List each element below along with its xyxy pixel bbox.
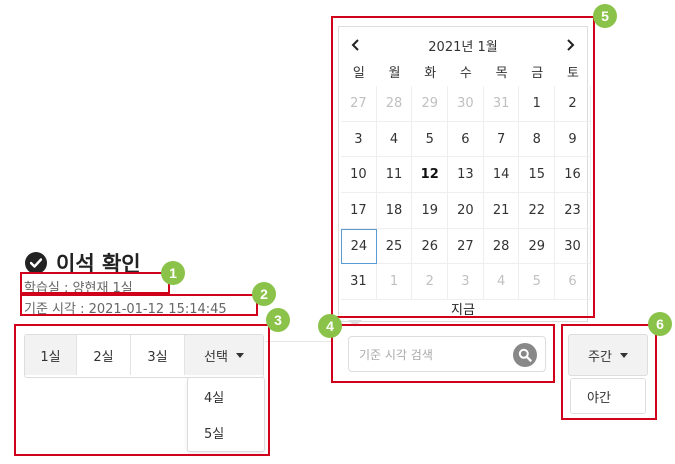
calendar-day[interactable]: 16 (555, 157, 591, 194)
calendar-pointer (348, 320, 362, 327)
calendar-day-today[interactable]: 12 (412, 157, 449, 194)
calendar-month-title: 2021년 1월 (428, 39, 498, 55)
weekday-label: 화 (424, 65, 437, 81)
calendar-day[interactable]: 10 (341, 157, 377, 194)
calendar-day[interactable]: 3 (448, 264, 484, 301)
calendar-day[interactable]: 28 (376, 86, 413, 122)
base-time: 기준 시각 : 2021-01-12 15:14:45 (24, 302, 227, 317)
room-info: 학습실 : 양현재 1실 (24, 281, 133, 296)
calendar-day[interactable]: 23 (555, 193, 591, 229)
calendar-day[interactable]: 31 (483, 86, 520, 122)
calendar-day[interactable]: 28 (483, 228, 520, 265)
calendar-day[interactable]: 11 (376, 157, 413, 194)
calendar-day[interactable]: 5 (412, 121, 449, 158)
weekday-label: 토 (566, 65, 579, 81)
calendar-day[interactable]: 4 (376, 121, 413, 158)
calendar-day[interactable]: 14 (483, 157, 520, 194)
calendar-day[interactable]: 30 (448, 86, 484, 122)
weekday-label: 목 (495, 65, 508, 81)
calendar-day[interactable]: 29 (519, 228, 556, 265)
calendar-day[interactable]: 8 (519, 121, 556, 158)
calendar-day[interactable]: 18 (376, 193, 413, 229)
prev-month-icon[interactable] (339, 39, 373, 51)
calendar-day-selected[interactable]: 24 (341, 228, 377, 265)
today-button[interactable]: 지금 (339, 299, 587, 318)
calendar-day[interactable]: 29 (412, 86, 449, 122)
weekday-label: 일 (352, 65, 365, 81)
room-button-2[interactable]: 2실 (77, 335, 131, 375)
calendar-day[interactable]: 17 (341, 193, 377, 229)
annotation-badge-2: 2 (252, 282, 276, 306)
annotation-badge-4: 4 (318, 314, 342, 338)
room-select-label: 선택 (204, 349, 228, 365)
period-option-night[interactable]: 야간 (571, 379, 645, 413)
calendar-day[interactable]: 5 (519, 264, 556, 301)
calendar-day[interactable]: 1 (519, 86, 556, 122)
room-button-1[interactable]: 1실 (25, 335, 77, 375)
calendar-day[interactable]: 2 (555, 86, 591, 122)
weekday-label: 금 (531, 65, 544, 81)
calendar-day[interactable]: 6 (555, 264, 591, 301)
page-title: 이석 확인 (56, 252, 141, 276)
calendar-day[interactable]: 1 (376, 264, 413, 301)
room-select-dropdown[interactable]: 선택 (185, 335, 263, 375)
calendar-day-grid: 27 28 29 30 31 1 2 3 4 5 6 7 8 9 10 11 12 13 14 15 16 17 18 19 2… (341, 86, 591, 301)
calendar-day[interactable]: 31 (341, 264, 377, 301)
calendar-day[interactable]: 22 (519, 193, 556, 229)
check-circle-icon (25, 252, 47, 274)
divider (265, 341, 331, 342)
calendar-day[interactable]: 9 (555, 121, 591, 158)
next-month-icon[interactable] (553, 39, 587, 51)
calendar-day[interactable]: 27 (341, 86, 377, 122)
annotation-badge-1: 1 (161, 261, 185, 285)
annotation-badge-5: 5 (593, 4, 617, 28)
weekday-label: 월 (388, 65, 401, 81)
page-title-row: 이석 확인 (25, 249, 141, 277)
room-button-3[interactable]: 3실 (131, 335, 185, 375)
caret-down-icon (235, 352, 244, 358)
calendar-day[interactable]: 19 (412, 193, 449, 229)
annotation-badge-6: 6 (648, 312, 672, 336)
calendar-day[interactable]: 7 (483, 121, 520, 158)
room-option-4[interactable]: 4실 (188, 378, 264, 414)
calendar-day[interactable]: 26 (412, 228, 449, 265)
calendar-day[interactable]: 6 (448, 121, 484, 158)
room-option-5[interactable]: 5실 (188, 414, 264, 450)
calendar-day[interactable]: 25 (376, 228, 413, 265)
search-box (348, 336, 546, 372)
calendar-day[interactable]: 21 (483, 193, 520, 229)
annotation-badge-3: 3 (266, 308, 290, 332)
period-select-dropdown[interactable]: 주간 (568, 334, 648, 376)
calendar-header: 2021년 1월 (339, 33, 587, 57)
period-select-menu: 야간 (570, 378, 646, 414)
calendar-day[interactable]: 13 (448, 157, 484, 194)
calendar-day[interactable]: 20 (448, 193, 484, 229)
search-input[interactable] (357, 343, 511, 367)
weekday-header: 일월화수목금토 (341, 59, 591, 83)
calendar-day[interactable]: 3 (341, 121, 377, 158)
calendar-day[interactable]: 30 (555, 228, 591, 265)
calendar-day[interactable]: 4 (483, 264, 520, 301)
date-picker-calendar: 2021년 1월 일월화수목금토 27 28 29 30 31 1 2 3 4 5 6 7 8 9 10 11… (338, 26, 591, 322)
caret-down-icon (619, 352, 628, 358)
calendar-day[interactable]: 15 (519, 157, 556, 194)
calendar-day[interactable]: 2 (412, 264, 449, 301)
weekday-label: 수 (459, 65, 472, 81)
room-select-menu: 4실 5실 (187, 377, 265, 452)
search-icon[interactable] (513, 343, 537, 367)
calendar-day[interactable]: 27 (448, 228, 484, 265)
room-button-group: 1실 2실 3실 선택 (24, 334, 264, 378)
period-select-label: 주간 (588, 349, 612, 365)
